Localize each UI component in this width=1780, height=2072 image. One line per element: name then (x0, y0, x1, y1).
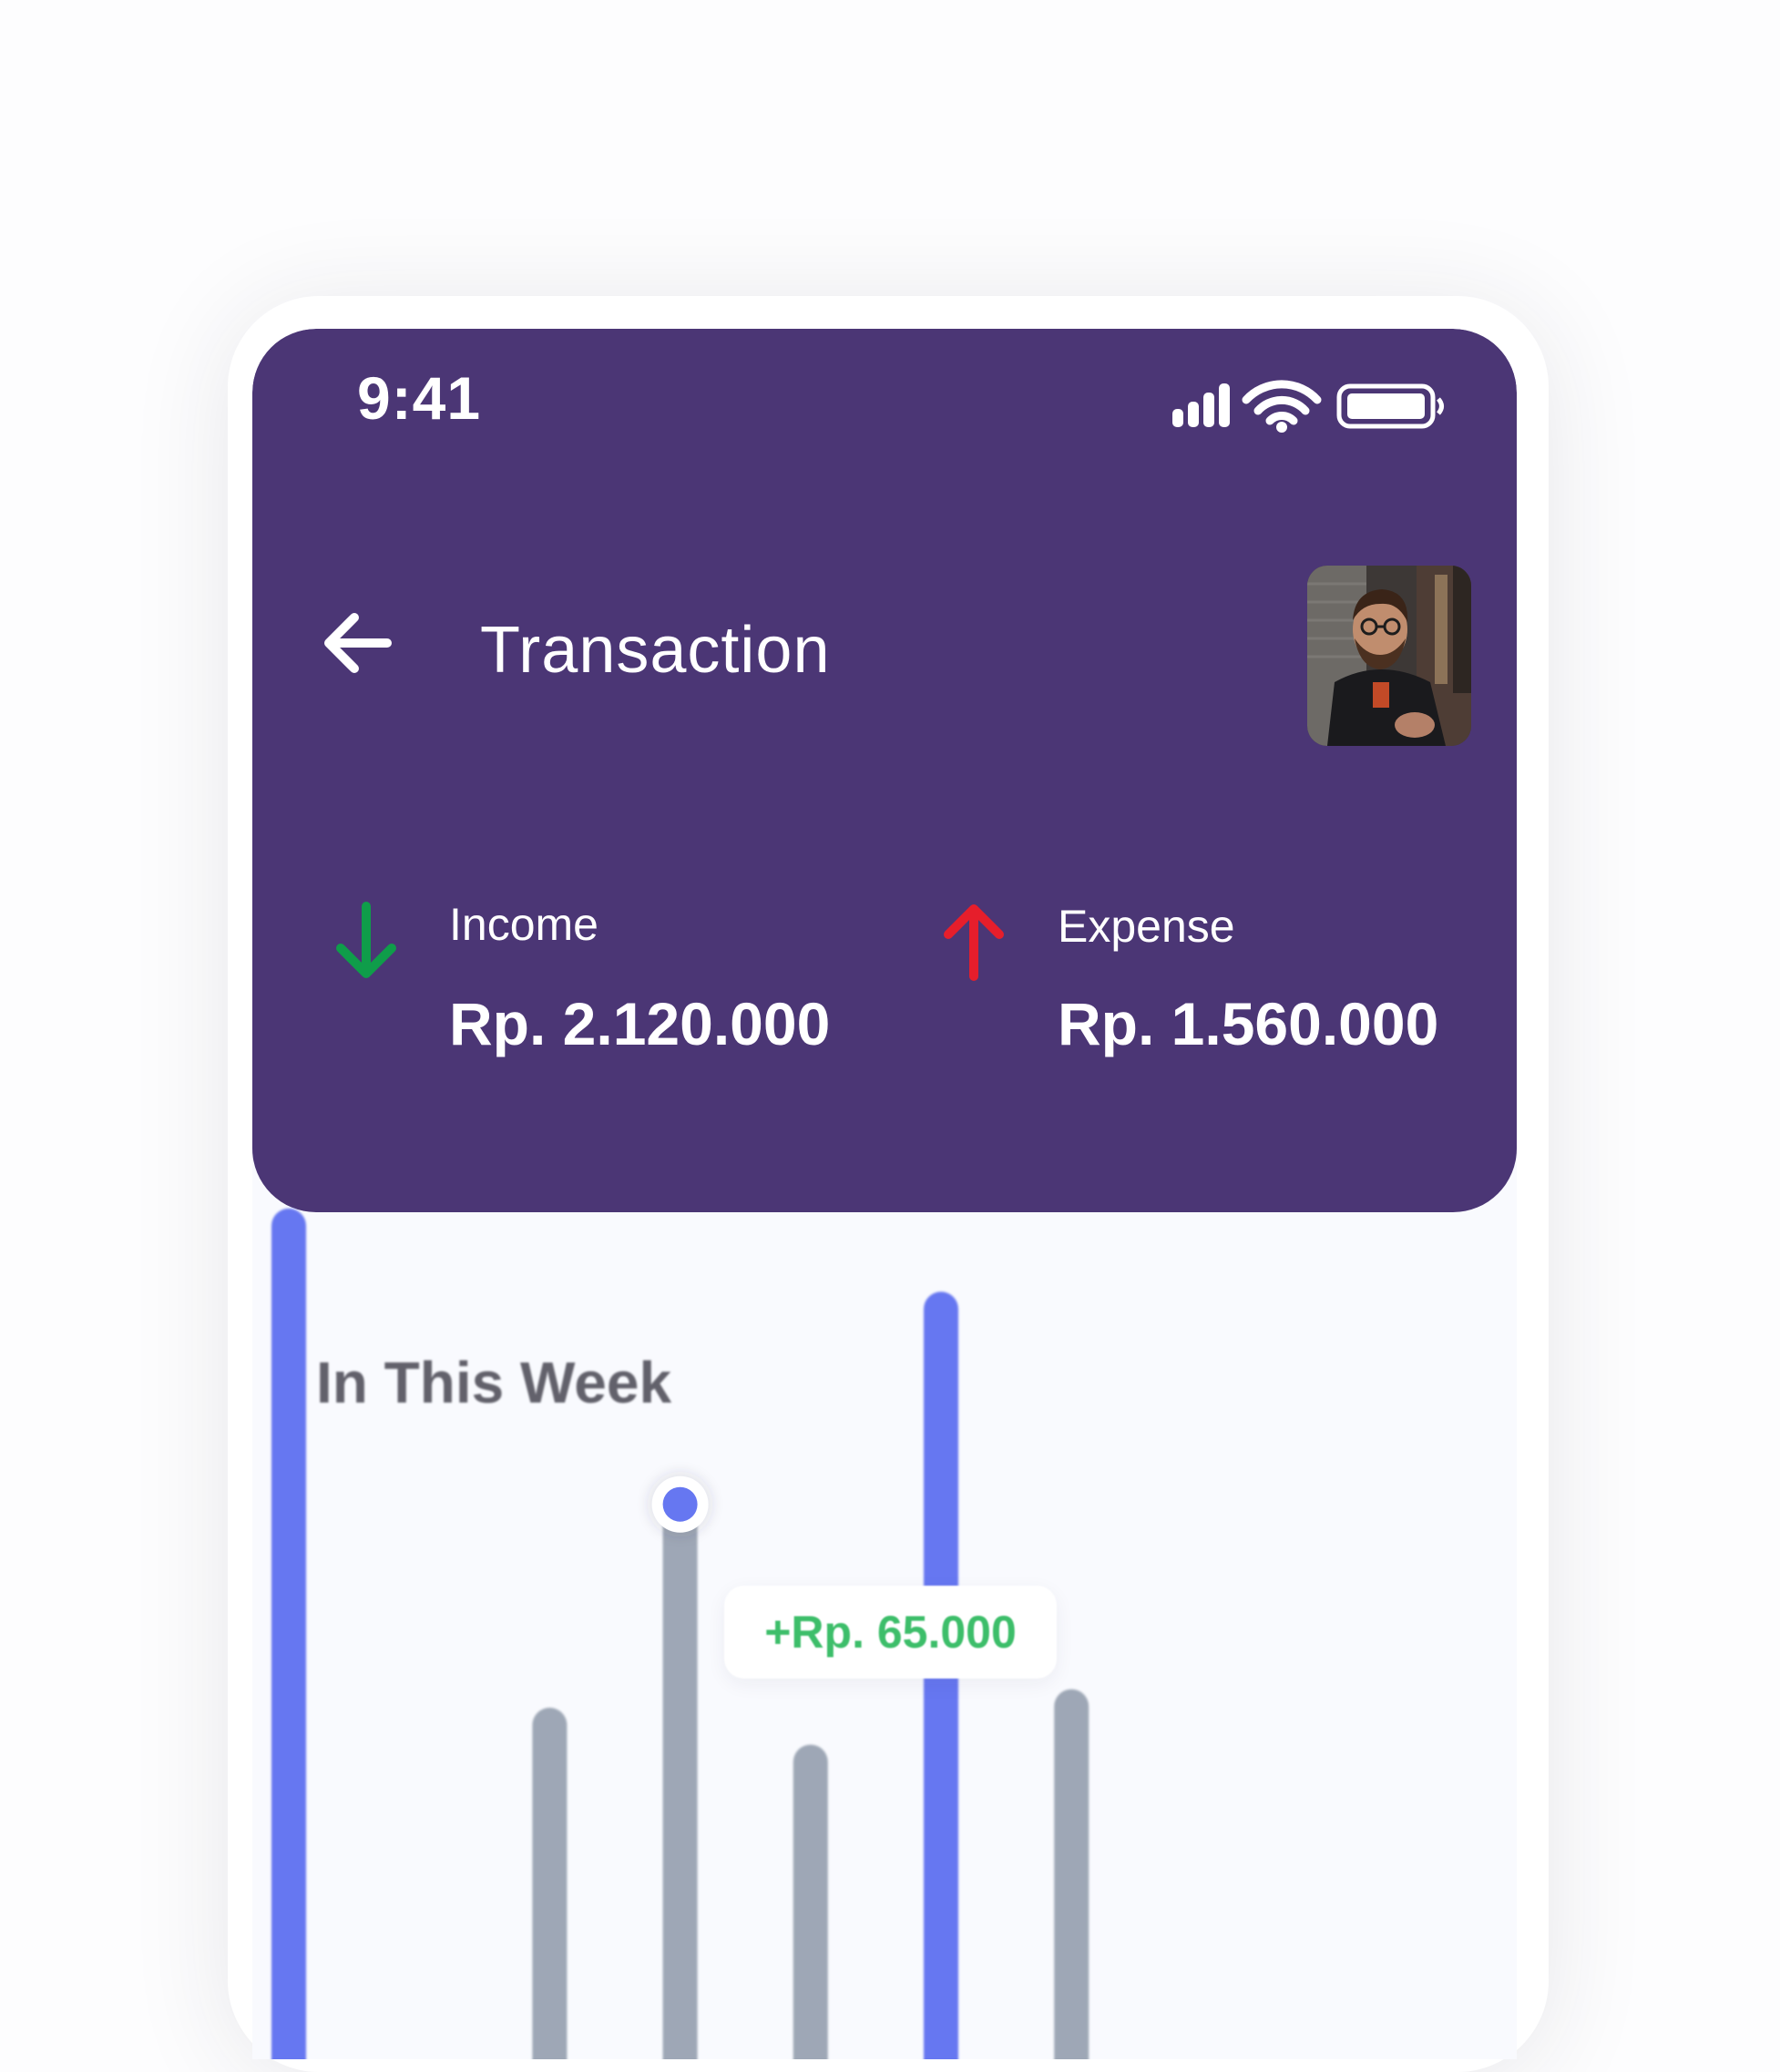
value-tooltip: +Rp. 65.000 (724, 1586, 1057, 1679)
wifi-icon (1242, 380, 1322, 425)
chart-bar[interactable] (793, 1744, 828, 2059)
selected-point-shadow (647, 1471, 713, 1537)
chart-bar[interactable] (1054, 1689, 1089, 2059)
page-title: Transaction (480, 614, 831, 687)
chart-bar[interactable] (532, 1708, 568, 2059)
chart-bar[interactable] (271, 1208, 306, 2059)
avatar[interactable] (1307, 566, 1471, 746)
selected-point-ring (651, 1475, 709, 1533)
chart-bar[interactable] (662, 1504, 698, 2059)
avatar-photo (1307, 566, 1471, 746)
status-time: 9:41 (357, 364, 482, 432)
section-title: In This Week (316, 1350, 672, 1415)
expense-label: Expense (1058, 901, 1235, 952)
arrow-down-icon (336, 902, 396, 978)
expense-value: Rp. 1.560.000 (1058, 990, 1439, 1057)
transaction-screen: 9:41 Transaction Income Rp. 2.120.000 Ex… (252, 329, 1517, 2059)
back-arrow-icon[interactable] (316, 602, 398, 684)
header-card: 9:41 Transaction Income Rp. 2.120.000 Ex… (252, 329, 1517, 1212)
selected-point[interactable] (662, 1486, 698, 1522)
income-value: Rp. 2.120.000 (449, 990, 831, 1057)
income-label: Income (449, 899, 598, 950)
signal-icon (1172, 383, 1230, 427)
arrow-up-icon (944, 904, 1004, 981)
battery-icon (1336, 383, 1444, 429)
status-icons (1172, 380, 1444, 433)
